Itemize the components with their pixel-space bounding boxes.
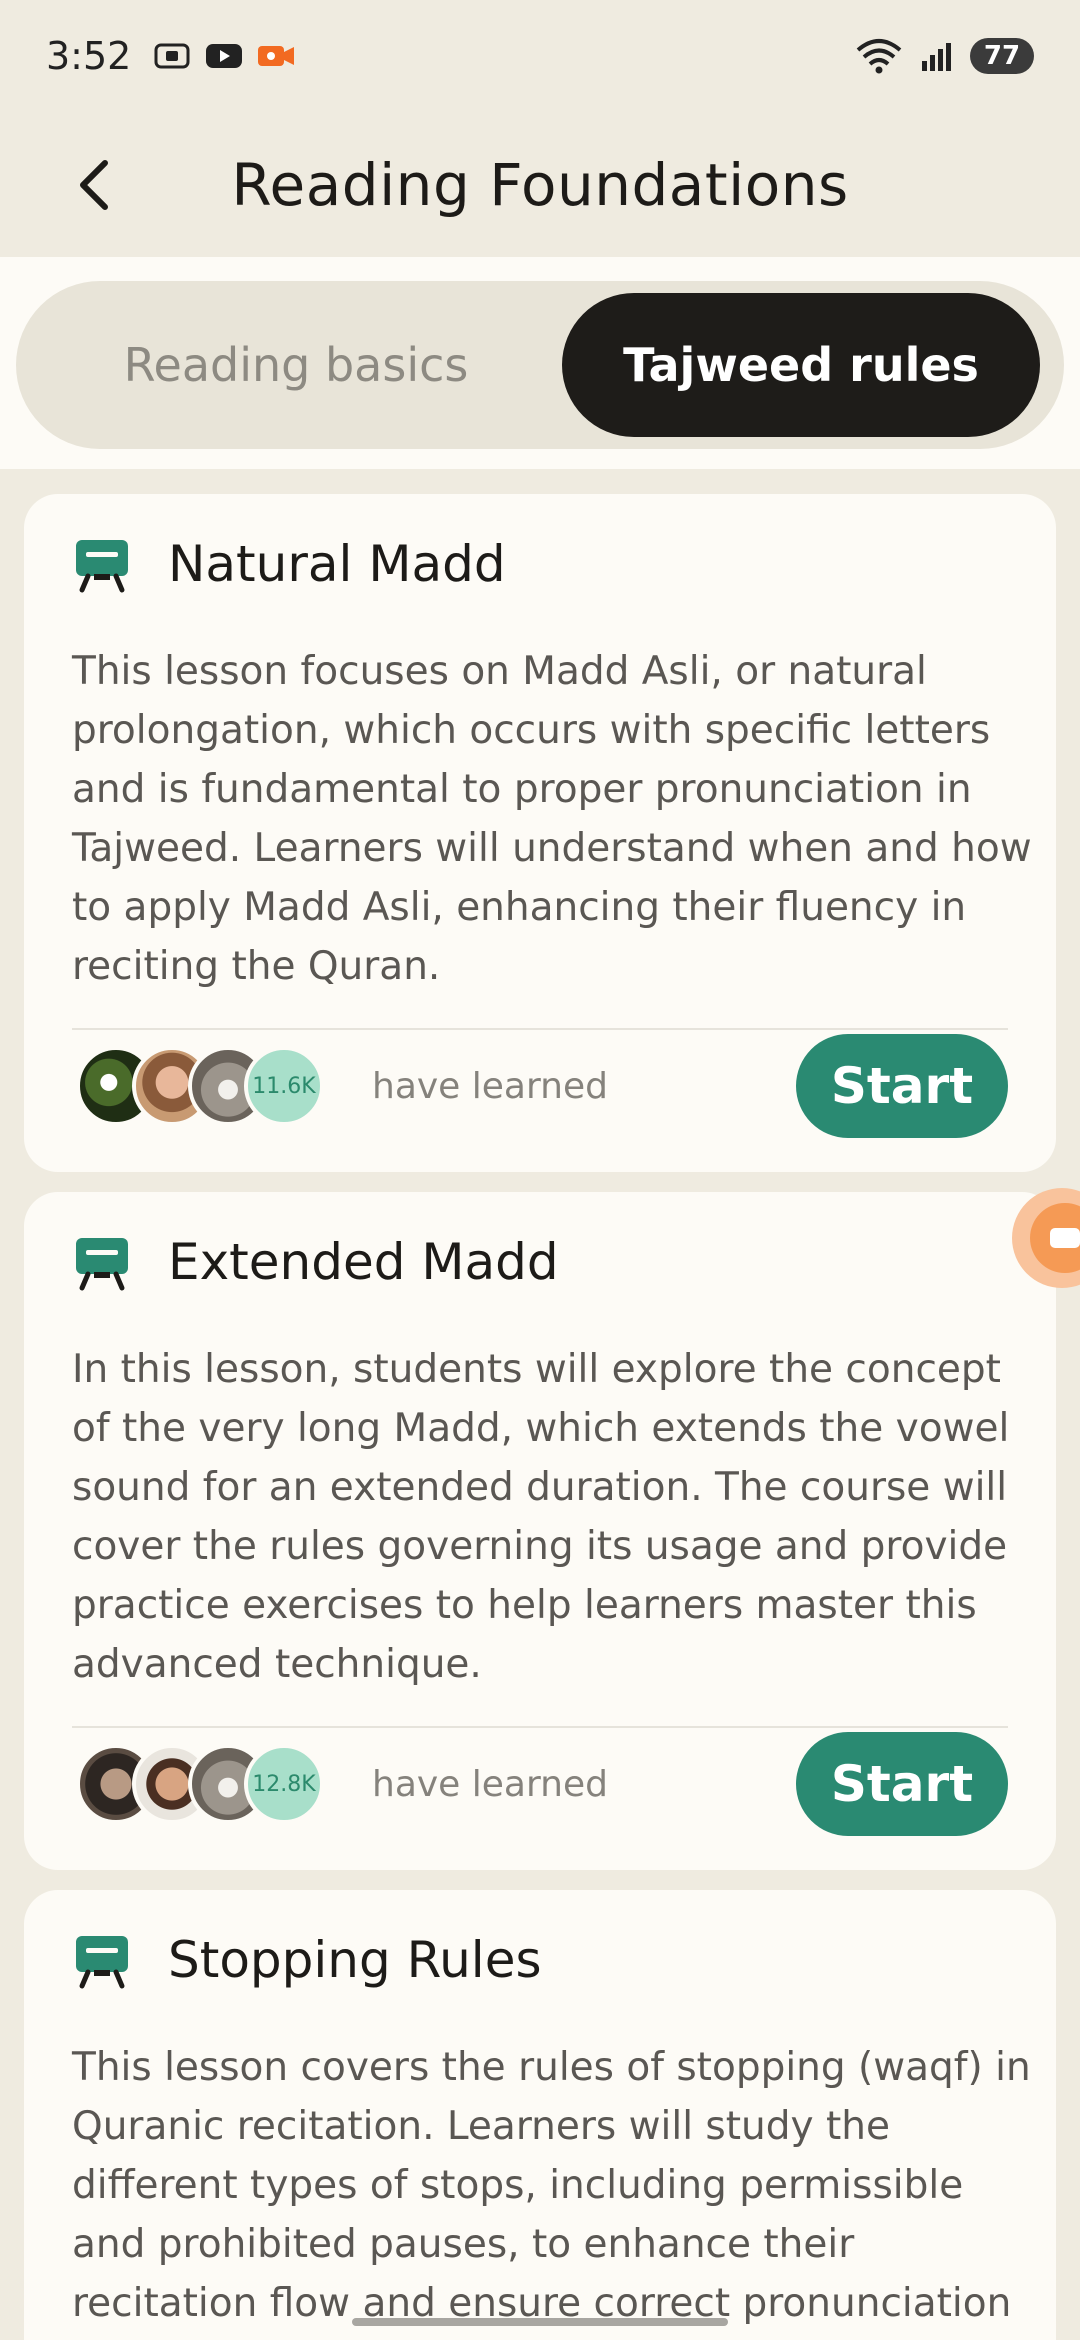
record-icon [1030, 1203, 1080, 1273]
learned-count-badge: 11.6K [244, 1046, 324, 1126]
lesson-board-icon [76, 1936, 128, 1989]
learned-count-badge: 12.8K [244, 1744, 324, 1824]
lesson-title: Stopping Rules [168, 1931, 542, 1989]
learner-avatars: 11.6K [76, 1046, 324, 1126]
status-time: 3:52 [46, 34, 132, 78]
youtube-icon [206, 44, 243, 68]
app-header: Reading Foundations [0, 112, 1080, 257]
learned-label: have learned [372, 1764, 608, 1805]
lesson-description: This lesson covers the rules of stopping… [72, 2045, 1031, 2326]
screen-record-icon [258, 46, 295, 66]
tab-bar-container: Reading basics Tajweed rules [0, 257, 1080, 469]
start-button[interactable]: Start [796, 1034, 1008, 1138]
divider [72, 1726, 1008, 1728]
lesson-card[interactable]: Natural Madd This lesson focuses on Madd… [24, 494, 1056, 1172]
lesson-card[interactable]: Extended Madd In this lesson, students w… [24, 1192, 1056, 1870]
battery-indicator: 77 [970, 38, 1034, 74]
tab-tajweed-rules[interactable]: Tajweed rules [562, 293, 1040, 437]
wifi-icon [856, 39, 902, 74]
page-title: Reading Foundations [231, 150, 849, 219]
tab-reading-basics[interactable]: Reading basics [56, 293, 536, 437]
lesson-description: This lesson focuses on Madd Asli, or nat… [72, 649, 1032, 989]
home-indicator [352, 2318, 728, 2326]
segmented-control: Reading basics Tajweed rules [16, 281, 1064, 449]
screenshot-icon [154, 43, 190, 69]
learned-label: have learned [372, 1066, 608, 1107]
lesson-title: Natural Madd [168, 535, 506, 593]
lesson-description: In this lesson, students will explore th… [72, 1347, 1010, 1687]
status-bar: 3:52 77 [0, 0, 1080, 112]
signal-icon [922, 43, 951, 71]
lesson-board-icon [76, 540, 128, 593]
lesson-card[interactable]: Stopping Rules This lesson covers the ru… [24, 1890, 1056, 2340]
lesson-title: Extended Madd [168, 1233, 559, 1291]
lesson-board-icon [76, 1238, 128, 1291]
divider [72, 1028, 1008, 1030]
learner-avatars: 12.8K [76, 1744, 324, 1824]
start-button[interactable]: Start [796, 1732, 1008, 1836]
